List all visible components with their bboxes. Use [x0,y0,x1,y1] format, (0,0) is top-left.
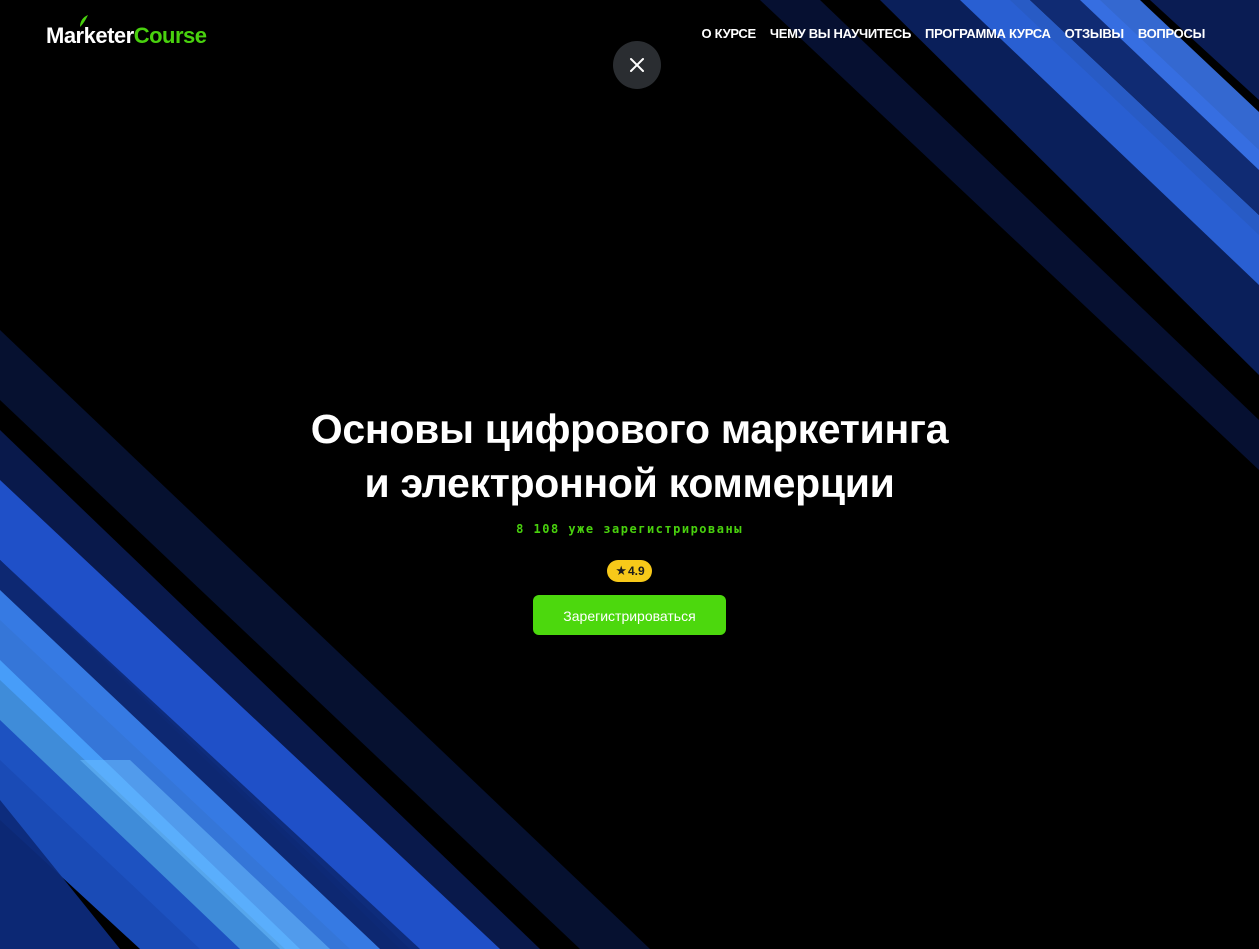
close-button[interactable] [613,41,661,89]
registered-count: 8 108 уже зарегистрированы [516,522,743,536]
main-nav: О КУРСЕ ЧЕМУ ВЫ НАУЧИТЕСЬ ПРОГРАММА КУРС… [702,26,1206,41]
register-button[interactable]: Зарегистрироваться [533,595,726,635]
logo-text-course: Course [133,23,207,48]
nav-questions[interactable]: ВОПРОСЫ [1138,26,1205,41]
page: MarketerCourse О КУРСЕ ЧЕМУ ВЫ НАУЧИТЕСЬ… [0,0,1259,949]
rating-badge: ★ 4.9 [607,560,652,582]
nav-about[interactable]: О КУРСЕ [702,26,757,41]
rating-value: 4.9 [627,564,645,578]
course-title: Основы цифрового маркетинга и электронно… [310,406,949,506]
hero-section: Основы цифрового маркетинга и электронно… [0,402,1259,635]
logo-text-marketer: Marketer [46,23,134,48]
leaf-icon [80,15,88,27]
close-icon [630,58,644,72]
logo[interactable]: MarketerCourse [46,15,207,50]
star-icon: ★ [615,563,627,578]
nav-program[interactable]: ПРОГРАММА КУРСА [925,26,1051,41]
nav-what-you-learn[interactable]: ЧЕМУ ВЫ НАУЧИТЕСЬ [770,26,911,41]
nav-reviews[interactable]: ОТЗЫВЫ [1065,26,1125,41]
